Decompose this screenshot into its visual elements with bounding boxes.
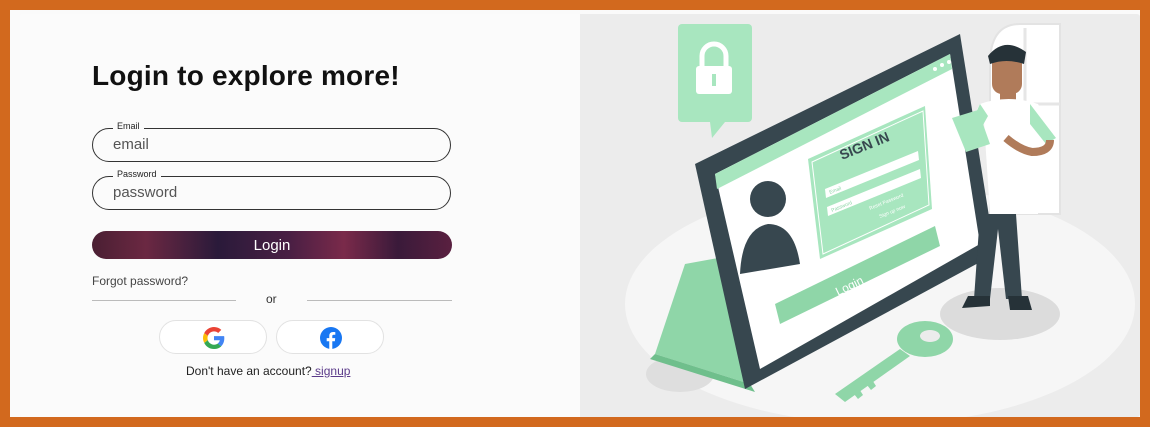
page-title: Login to explore more! bbox=[92, 60, 400, 91]
forgot-password-link[interactable]: Forgot password? bbox=[92, 274, 188, 288]
email-field: Email bbox=[92, 121, 451, 162]
right-shoe bbox=[1008, 296, 1032, 310]
google-icon bbox=[203, 327, 225, 349]
signup-prompt-text: Don't have an account? bbox=[186, 364, 312, 378]
password-label: Password bbox=[113, 169, 161, 179]
facebook-icon bbox=[320, 327, 342, 349]
signup-link[interactable]: signup bbox=[312, 364, 350, 378]
password-field: Password bbox=[92, 169, 451, 210]
email-input[interactable] bbox=[111, 135, 435, 154]
divider-text: or bbox=[266, 292, 277, 306]
login-card: Login to explore more! Email Password Lo… bbox=[20, 14, 1140, 417]
facebook-login-button[interactable] bbox=[276, 320, 384, 354]
email-label: Email bbox=[113, 121, 144, 131]
login-illustration: SIGN IN Email Password Reset Password Si… bbox=[625, 23, 1135, 417]
user-avatar-icon bbox=[750, 181, 786, 217]
google-login-button[interactable] bbox=[159, 320, 267, 354]
page-frame: Login to explore more! Email Password Lo… bbox=[10, 10, 1140, 417]
signup-prompt: Don't have an account? signup bbox=[186, 364, 350, 378]
illustration-panel: SIGN IN Email Password Reset Password Si… bbox=[580, 14, 1140, 417]
login-button[interactable]: Login bbox=[92, 231, 452, 259]
lock-bubble-icon bbox=[678, 24, 752, 138]
person-shadow bbox=[940, 288, 1060, 340]
divider-left bbox=[92, 300, 236, 301]
login-form-panel: Login to explore more! Email Password Lo… bbox=[20, 14, 580, 417]
password-input[interactable] bbox=[111, 183, 435, 202]
divider-right bbox=[307, 300, 452, 301]
